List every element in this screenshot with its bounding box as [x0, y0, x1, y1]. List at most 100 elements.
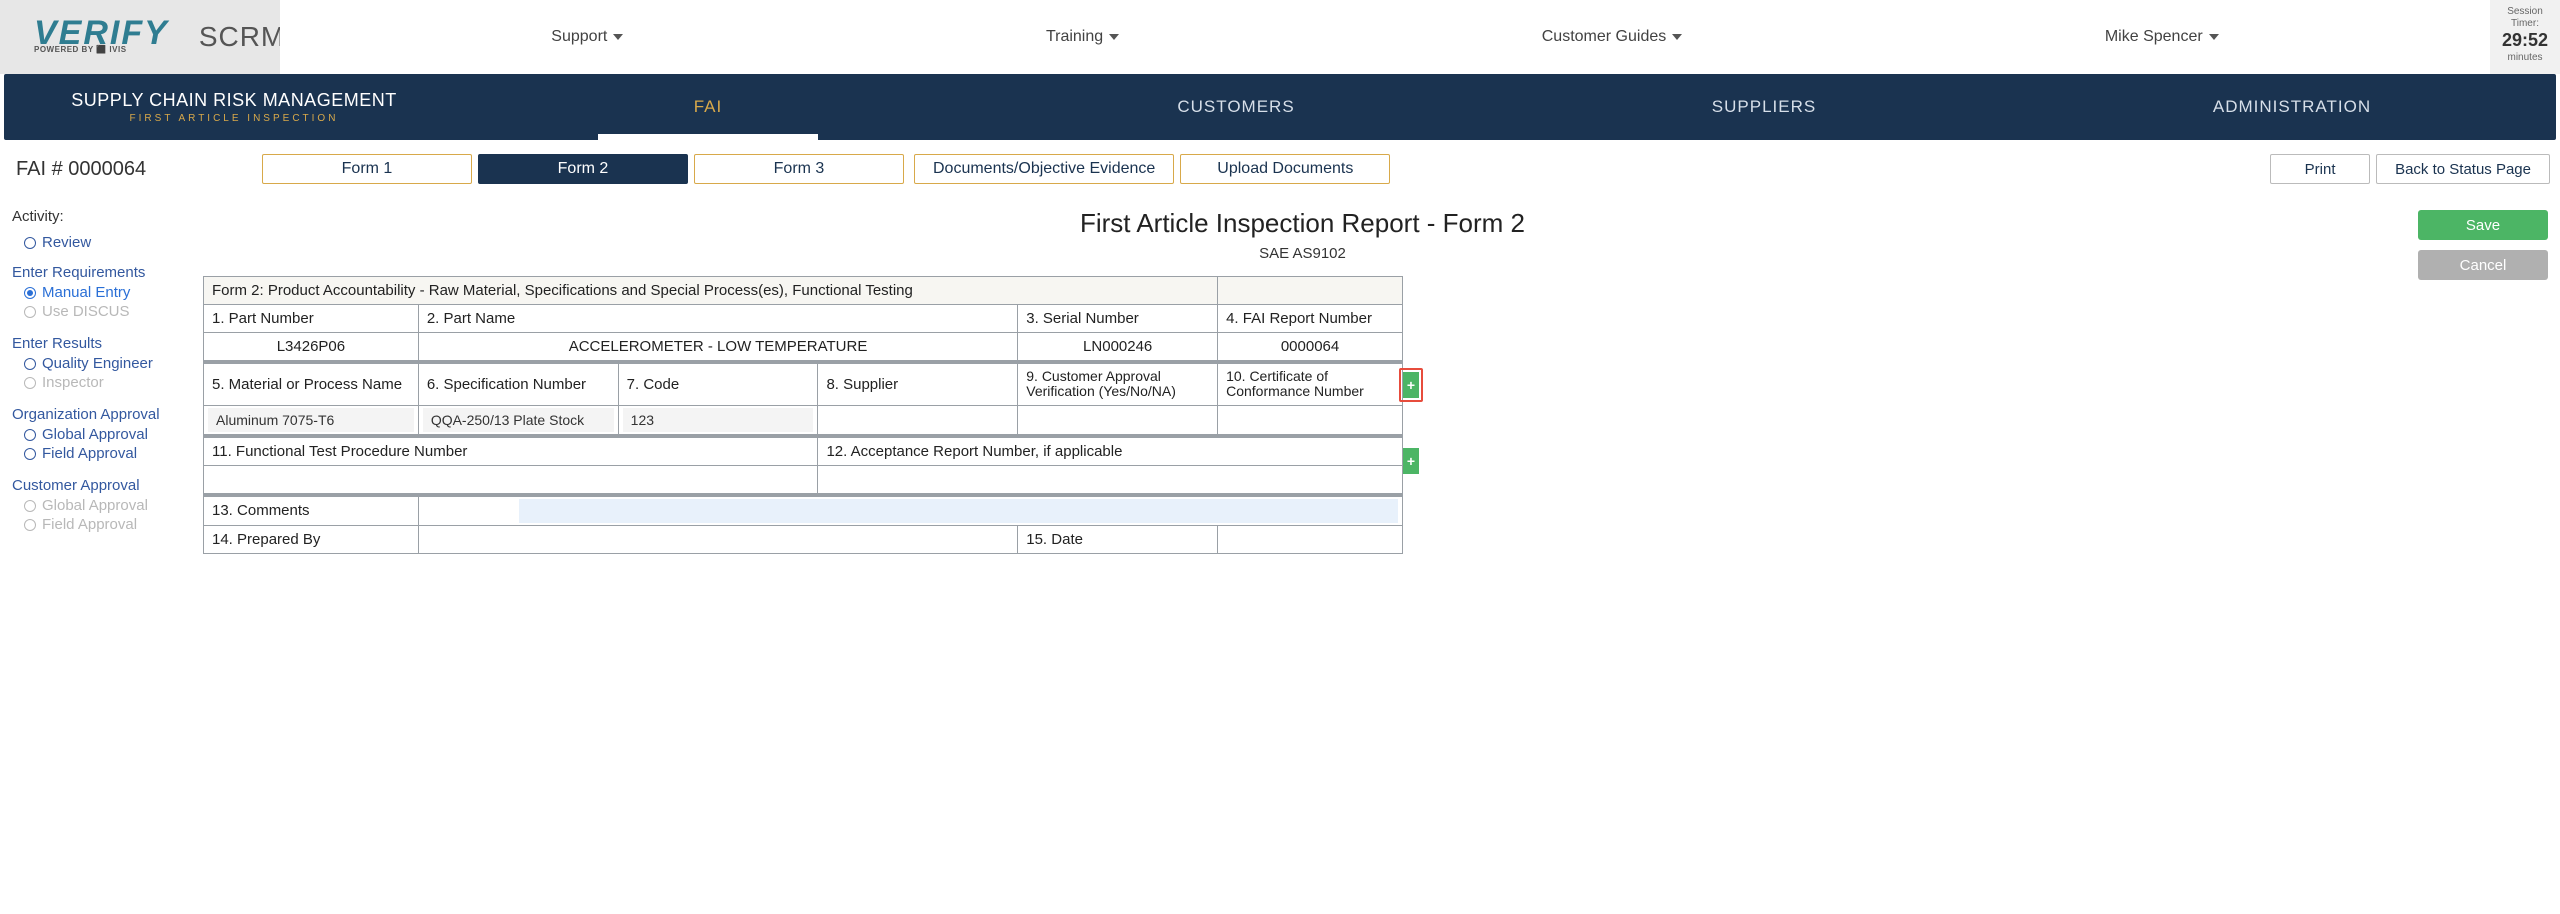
cell-code [618, 405, 818, 436]
tab-suppliers[interactable]: SUPPLIERS [1500, 74, 2028, 140]
input-cav[interactable] [1022, 408, 1213, 432]
toolbar: FAI # 0000064 Form 1 Form 2 Form 3 Docum… [0, 140, 2560, 198]
input-material[interactable] [208, 408, 414, 432]
topnav-label: Support [551, 28, 607, 46]
timer-label: Session [2490, 6, 2560, 18]
opt-cust-field: Field Approval [12, 515, 187, 534]
timer-value: 29:52 [2490, 30, 2560, 52]
val-14[interactable] [418, 525, 1017, 553]
logo-block: VERIFY POWERED BY ⬛ IVIS SCRM [0, 0, 280, 74]
val-12[interactable] [818, 465, 1403, 495]
opt-label: Global Approval [42, 426, 148, 443]
radio-icon [24, 306, 36, 318]
opt-label: Field Approval [42, 445, 137, 462]
btn-label: Save [2466, 217, 2500, 234]
group-title[interactable]: Customer Approval [12, 477, 187, 494]
group-title[interactable]: Enter Requirements [12, 264, 187, 281]
input-spec[interactable] [423, 408, 614, 432]
cell-coc [1218, 405, 1403, 436]
hdr-14: 14. Prepared By [204, 525, 419, 553]
table-wrap: Form 2: Product Accountability - Raw Mat… [203, 276, 2402, 554]
form1-button[interactable]: Form 1 [262, 154, 472, 184]
logo-verify: VERIFY POWERED BY ⬛ IVIS [34, 20, 169, 54]
radio-icon [24, 287, 36, 299]
form2-button[interactable]: Form 2 [478, 154, 688, 184]
form-main: First Article Inspection Report - Form 2… [203, 208, 2402, 554]
radio-icon [24, 377, 36, 389]
opt-manual-entry[interactable]: Manual Entry [12, 283, 187, 302]
documents-button[interactable]: Documents/Objective Evidence [914, 154, 1174, 184]
val-1: L3426P06 [204, 333, 419, 363]
mainnav-tabs: FAI CUSTOMERS SUPPLIERS ADMINISTRATION [444, 74, 2556, 140]
tab-label: FAI [694, 97, 723, 117]
topnav-training[interactable]: Training [1046, 28, 1119, 46]
tab-label: SUPPLIERS [1712, 97, 1816, 117]
cancel-button[interactable]: Cancel [2418, 250, 2548, 280]
input-supplier[interactable] [822, 408, 1013, 432]
topnav-label: Customer Guides [1542, 28, 1667, 46]
opt-label: Global Approval [42, 497, 148, 514]
radio-icon [24, 500, 36, 512]
radio-icon [24, 448, 36, 460]
hdr-15: 15. Date [1018, 525, 1218, 553]
opt-cust-global: Global Approval [12, 496, 187, 515]
form-title: First Article Inspection Report - Form 2 [203, 208, 2402, 239]
save-button[interactable]: Save [2418, 210, 2548, 240]
topnav: Support Training Customer Guides Mike Sp… [280, 0, 2490, 74]
form3-button[interactable]: Form 3 [694, 154, 904, 184]
tab-label: ADMINISTRATION [2213, 97, 2371, 117]
chevron-down-icon [2209, 34, 2219, 40]
cell-cav [1018, 405, 1218, 436]
chevron-down-icon [613, 34, 623, 40]
input-code[interactable] [623, 408, 814, 432]
opt-review[interactable]: Review [12, 233, 187, 252]
input-coc[interactable] [1222, 408, 1398, 432]
session-timer: Session Timer: 29:52 minutes [2490, 0, 2560, 74]
print-button[interactable]: Print [2270, 154, 2370, 184]
add-row-materials-button[interactable]: + [1403, 372, 1419, 398]
timer-unit: minutes [2490, 52, 2560, 64]
hdr-8: 8. Supplier [818, 362, 1018, 405]
topnav-guides[interactable]: Customer Guides [1542, 28, 1683, 46]
tab-customers[interactable]: CUSTOMERS [972, 74, 1500, 140]
right-actions: Save Cancel [2418, 208, 2548, 554]
tab-label: CUSTOMERS [1177, 97, 1294, 117]
opt-quality-engineer[interactable]: Quality Engineer [12, 354, 187, 373]
input-comments[interactable] [519, 499, 1398, 523]
upload-button[interactable]: Upload Documents [1180, 154, 1390, 184]
hdr-3: 3. Serial Number [1018, 305, 1218, 333]
activity-heading: Activity: [12, 208, 187, 225]
add-row-functional-button[interactable]: + [1403, 448, 1419, 474]
hdr-10: 10. Certificate of Conformance Number [1218, 362, 1403, 405]
hdr-4: 4. FAI Report Number [1218, 305, 1403, 333]
opt-org-global[interactable]: Global Approval [12, 425, 187, 444]
topnav-support[interactable]: Support [551, 28, 623, 46]
timer-label: Timer: [2490, 18, 2560, 30]
btn-label: Cancel [2460, 257, 2507, 274]
logo-scrm: SCRM [199, 21, 285, 53]
btn-label: Form 1 [342, 160, 393, 178]
group-cust-approval: Customer Approval Global Approval Field … [12, 477, 187, 534]
hdr-9: 9. Customer Approval Verification (Yes/N… [1018, 362, 1218, 405]
hdr-6: 6. Specification Number [418, 362, 618, 405]
group-title[interactable]: Enter Results [12, 335, 187, 352]
btn-label: Form 2 [558, 160, 609, 178]
group-title[interactable]: Organization Approval [12, 406, 187, 423]
tab-fai[interactable]: FAI [444, 74, 972, 140]
fai-id: FAI # 0000064 [12, 158, 252, 181]
cell-spec [418, 405, 618, 436]
topnav-user[interactable]: Mike Spencer [2105, 28, 2219, 46]
opt-use-discus: Use DISCUS [12, 302, 187, 321]
radio-icon [24, 237, 36, 249]
hdr-13: 13. Comments [204, 495, 419, 526]
mainnav-title: SUPPLY CHAIN RISK MANAGEMENT FIRST ARTIC… [4, 90, 444, 124]
val-11[interactable] [204, 465, 818, 495]
back-button[interactable]: Back to Status Page [2376, 154, 2550, 184]
tab-administration[interactable]: ADMINISTRATION [2028, 74, 2556, 140]
radio-icon [24, 358, 36, 370]
mainnav-subtitle: FIRST ARTICLE INSPECTION [24, 113, 444, 124]
btn-label: Documents/Objective Evidence [933, 160, 1155, 178]
opt-org-field[interactable]: Field Approval [12, 444, 187, 463]
form2-table: Form 2: Product Accountability - Raw Mat… [203, 276, 1403, 554]
val-15[interactable] [1218, 525, 1403, 553]
